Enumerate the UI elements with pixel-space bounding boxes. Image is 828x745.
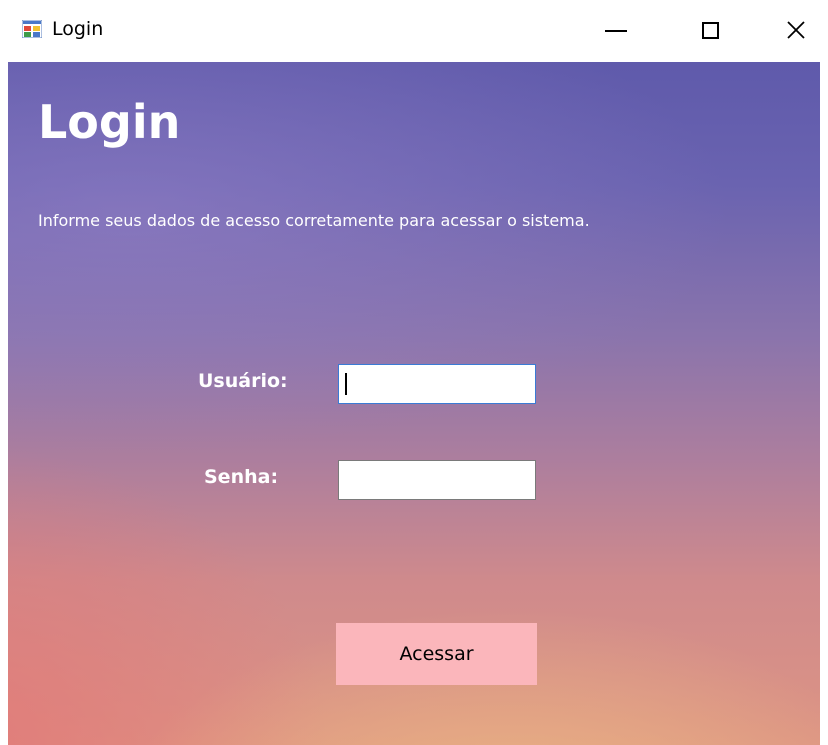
- window-title: Login: [52, 18, 104, 40]
- maximize-icon: [701, 21, 719, 39]
- close-button[interactable]: [766, 6, 826, 54]
- minimize-icon: [605, 30, 627, 32]
- minimize-button[interactable]: [586, 6, 646, 54]
- maximize-button[interactable]: [680, 6, 740, 54]
- login-window: Login Login Informe seus dados de acesso…: [0, 0, 828, 745]
- username-input[interactable]: [338, 364, 536, 404]
- page-title: Login: [38, 95, 181, 149]
- login-form: Login Informe seus dados de acesso corre…: [8, 62, 820, 745]
- instructions-text: Informe seus dados de acesso corretament…: [38, 211, 590, 230]
- password-input[interactable]: [338, 460, 536, 500]
- login-button[interactable]: Acessar: [336, 623, 537, 685]
- password-label: Senha:: [204, 466, 279, 488]
- title-bar[interactable]: Login: [0, 0, 828, 62]
- username-label: Usuário:: [198, 370, 288, 392]
- app-icon: [22, 20, 42, 38]
- close-icon: [787, 21, 805, 39]
- text-caret: [345, 373, 347, 395]
